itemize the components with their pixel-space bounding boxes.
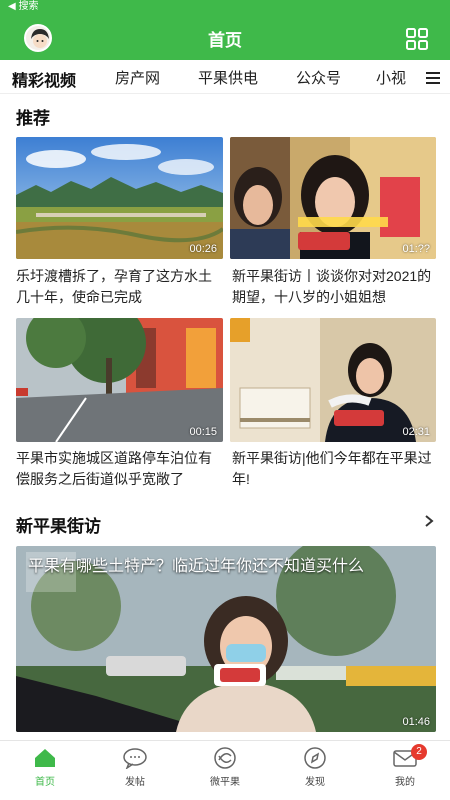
tabbar-wei-pingguo[interactable]: 微平果 — [195, 747, 255, 788]
logo-icon — [214, 747, 236, 769]
video-thumbnail[interactable]: 02:31 — [230, 318, 436, 442]
tabbar-home[interactable]: 首页 — [15, 747, 75, 788]
tab-official-account[interactable]: 公众号 — [296, 67, 341, 88]
video-duration: 01:46 — [402, 716, 430, 728]
city-street-image — [16, 318, 223, 442]
home-icon — [35, 749, 55, 767]
tab-short-video[interactable]: 小视 — [376, 67, 408, 88]
bottom-tab-bar: 首页 发帖 微平果 发现 2 我的 — [0, 740, 450, 800]
tabbar-label: 微平果 — [210, 777, 240, 788]
video-caption[interactable]: 新平果街访丨谈谈你对对2021的期望，十八岁的小姐姐想 — [232, 266, 438, 308]
featured-video-title: 平果有哪些土特产？临近过年你还不知道买什么 — [28, 558, 365, 575]
landscape-image — [16, 137, 223, 259]
back-to-search-link[interactable]: ◀ 搜索 — [8, 1, 38, 12]
compass-icon — [304, 747, 326, 769]
video-duration: 00:15 — [189, 426, 217, 438]
video-thumbnail[interactable]: 00:26 — [16, 137, 223, 259]
video-duration: 02:31 — [402, 426, 430, 438]
video-thumbnail[interactable]: 01:?? — [230, 137, 436, 259]
chevron-right-icon[interactable] — [424, 514, 434, 528]
tab-power-supply[interactable]: 平果供电 — [198, 67, 258, 88]
street-interview-image — [230, 137, 436, 259]
page-title: 首页 — [208, 31, 242, 50]
video-duration: 00:26 — [189, 243, 217, 255]
video-thumbnail[interactable]: 00:15 — [16, 318, 223, 442]
tabbar-mine[interactable]: 2 我的 — [375, 744, 435, 788]
category-tabs: 精彩视频 房产网 平果供电 公众号 小视 — [0, 60, 450, 94]
video-caption[interactable]: 平果市实施城区道路停车泊位有偿服务之后街道似乎宽敞了 — [16, 448, 222, 490]
tabbar-label: 首页 — [35, 777, 55, 788]
recommend-section-title: 推荐 — [16, 109, 50, 128]
tabbar-post[interactable]: 发帖 — [105, 747, 165, 788]
menu-icon[interactable] — [426, 72, 440, 84]
status-bar[interactable]: ◀ 搜索 — [0, 0, 450, 14]
apps-grid-icon[interactable] — [406, 28, 428, 50]
tabbar-discover[interactable]: 发现 — [285, 747, 345, 788]
chat-icon — [123, 748, 147, 769]
shop-interview-image — [230, 318, 436, 442]
app-header: 首页 — [0, 14, 450, 60]
tab-featured-videos[interactable]: 精彩视频 — [12, 67, 76, 91]
tabbar-label: 我的 — [395, 777, 415, 788]
tabbar-label: 发现 — [305, 777, 325, 788]
notification-badge: 2 — [411, 744, 427, 760]
video-caption[interactable]: 新平果街访|他们今年都在平果过年! — [232, 448, 438, 490]
video-duration: 01:?? — [402, 243, 430, 255]
tab-real-estate[interactable]: 房产网 — [115, 67, 160, 88]
street-interview-section-title[interactable]: 新平果街访 — [16, 512, 101, 537]
featured-video-player[interactable]: 平果有哪些土特产？临近过年你还不知道买什么 01:46 — [16, 546, 436, 732]
tabbar-label: 发帖 — [125, 777, 145, 788]
video-caption[interactable]: 乐圩渡槽拆了，孕育了这方水土几十年，使命已完成 — [16, 266, 222, 308]
